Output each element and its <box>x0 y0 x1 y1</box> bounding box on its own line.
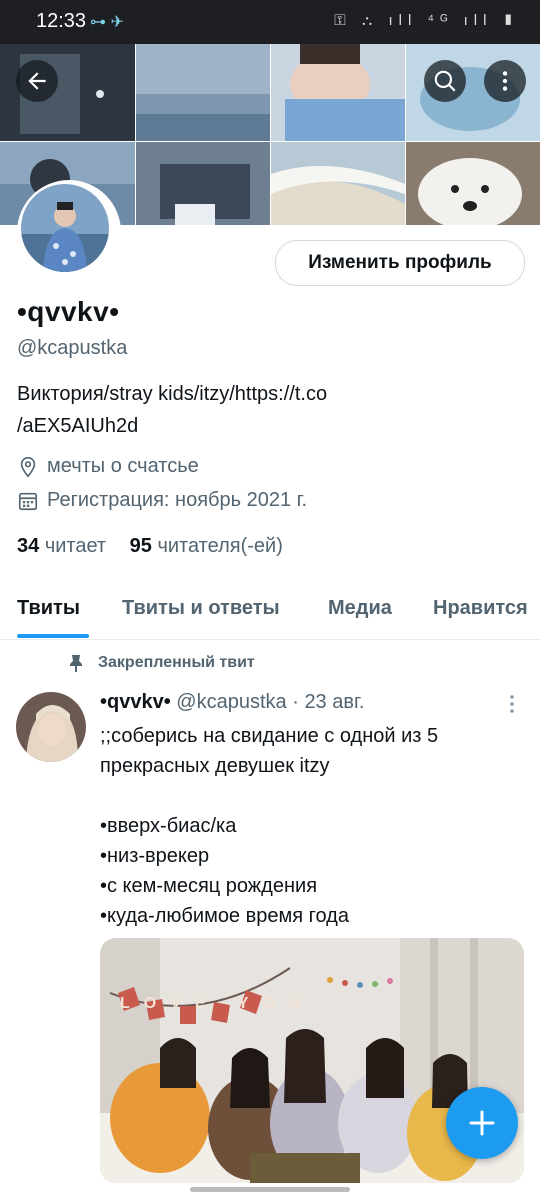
search-button[interactable] <box>424 60 466 102</box>
follow-stats: 34 читает 95 читателя(-ей) <box>17 535 283 558</box>
tab-likes[interactable]: Нравится <box>433 597 528 620</box>
profile-location: мечты о счатсье <box>17 455 199 478</box>
tweet-avatar-image <box>16 692 86 762</box>
pinned-text: Закрепленный твит <box>98 654 255 671</box>
compose-tweet-button[interactable] <box>446 1087 518 1159</box>
pinned-tweet-label: Закрепленный твит <box>68 654 255 672</box>
profile-avatar[interactable] <box>17 180 121 284</box>
tweet-header: •qvvkv• @kcapustka · 23 авг. <box>100 691 364 714</box>
joined-text: Регистрация: ноябрь 2021 г. <box>47 489 308 511</box>
tweet-body: ;;соберись на свидание с одной из 5 прек… <box>100 725 439 927</box>
followers-count: 95 <box>129 535 152 557</box>
followers-link[interactable]: 95 читателя(-ей) <box>130 535 283 557</box>
tweet-more-button[interactable] <box>508 694 516 714</box>
location-text: мечты о счатсье <box>47 455 199 477</box>
status-notification-icons: ⊶ ✈ <box>90 14 124 31</box>
followers-label: читателя(-ей) <box>157 535 283 557</box>
more-vertical-icon <box>510 695 514 713</box>
pin-icon <box>70 655 82 672</box>
more-options-button[interactable] <box>484 60 526 102</box>
profile-tabs: Твиты Твиты и ответы Медиа Нравится <box>0 585 540 640</box>
edit-profile-button[interactable]: Изменить профиль <box>275 240 525 286</box>
tweet-separator: · <box>292 691 299 713</box>
plus-icon <box>469 1110 495 1136</box>
more-vertical-icon <box>502 71 508 91</box>
status-time: 12:33 <box>36 10 87 32</box>
following-count: 34 <box>17 535 40 557</box>
tab-media[interactable]: Медиа <box>328 597 392 620</box>
profile-display-name: •qvvkv• <box>17 296 120 327</box>
profile-handle: @kcapustka <box>17 337 128 359</box>
arrow-left-icon <box>28 72 46 90</box>
tweet-date[interactable]: 23 авг. <box>304 691 364 713</box>
tweet-author-avatar[interactable] <box>16 692 86 762</box>
status-system-icons: ⚿ ⛬ ıll ⁴ᴳ ıll ▮ <box>334 12 520 29</box>
bio-line: Виктория/stray kids/itzy/https://t.co <box>17 383 328 405</box>
tweet-author-name[interactable]: •qvvkv• <box>100 691 171 713</box>
following-link[interactable]: 34 читает <box>17 535 106 557</box>
back-button[interactable] <box>16 60 58 102</box>
location-pin-icon <box>20 456 36 477</box>
home-indicator[interactable] <box>190 1187 350 1192</box>
profile-joined: Регистрация: ноябрь 2021 г. <box>17 489 307 512</box>
following-label: читает <box>44 535 107 557</box>
profile-bio: Виктория/stray kids/itzy/https://t.co /a… <box>17 378 517 442</box>
calendar-icon <box>18 492 38 510</box>
status-bar: 12:33 ⊶ ✈ ⚿ ⛬ ıll ⁴ᴳ ıll ▮ <box>0 0 540 44</box>
tweet-author-handle: @kcapustka <box>176 691 287 713</box>
active-tab-indicator <box>17 634 89 638</box>
tab-tweets-and-replies[interactable]: Твиты и ответы <box>122 597 280 620</box>
avatar-image <box>21 184 109 272</box>
bio-link[interactable]: /aEX5AIUh2d <box>17 410 517 442</box>
banner-lettering: LOVE YOU <box>120 995 314 1012</box>
tab-tweets[interactable]: Твиты <box>17 597 80 620</box>
search-icon <box>434 70 456 92</box>
